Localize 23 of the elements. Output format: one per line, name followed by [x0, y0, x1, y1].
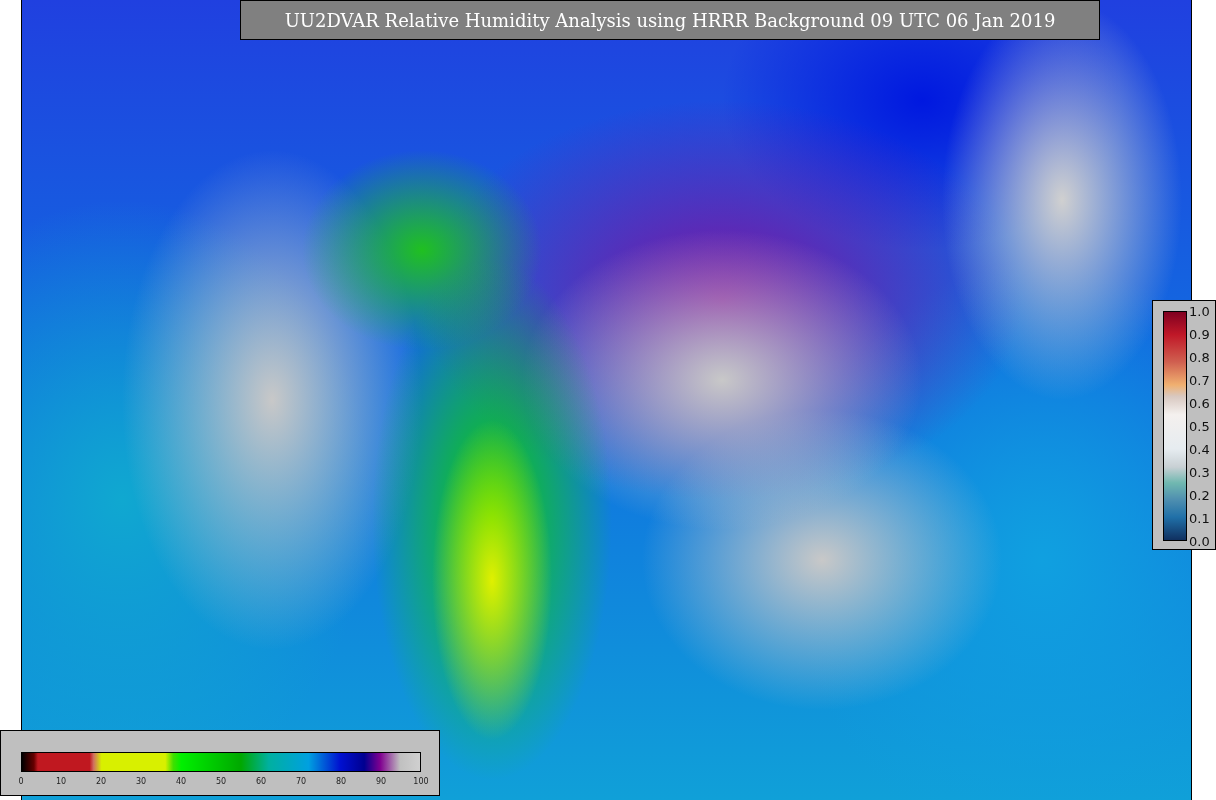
colorbar-tick-label: 10	[55, 777, 67, 786]
colorbar-tick-label: 0.4	[1189, 441, 1210, 457]
colorbar-tick-label: 0.8	[1189, 349, 1210, 365]
colorbar-tick-label: 0.5	[1189, 418, 1210, 434]
colorbar-tick-label: 0.7	[1189, 372, 1210, 388]
colorbar-tick-label: 0.9	[1189, 326, 1210, 342]
colorbar-tick-label: 0.1	[1189, 510, 1210, 526]
colorbar-tick-label: 70	[295, 777, 307, 786]
colorbar-tick-label: 40	[175, 777, 187, 786]
colorbar-tick-label: 30	[135, 777, 147, 786]
colorbar-tick-label: 0.0	[1189, 533, 1210, 549]
colorbar-tick-label: 50	[215, 777, 227, 786]
colorbar-tick-label: 1.0	[1189, 303, 1210, 319]
colorbar-tick-label: 60	[255, 777, 267, 786]
colorbar-tick-label: 80	[335, 777, 347, 786]
colorbar-tick-label: 0.2	[1189, 487, 1210, 503]
colorbar-tick-label: 20	[95, 777, 107, 786]
colorbar-tick-label: 90	[375, 777, 387, 786]
colorbar-tick-label: 0.3	[1189, 464, 1210, 480]
map-title: UU2DVAR Relative Humidity Analysis using HRRR Background 09 UTC 06 Jan 2019	[240, 0, 1100, 40]
colorbar-tick-label: 0	[18, 777, 24, 786]
colorbar-tick-label: 100	[413, 777, 429, 786]
colorbar-tick-label: 0.6	[1189, 395, 1210, 411]
